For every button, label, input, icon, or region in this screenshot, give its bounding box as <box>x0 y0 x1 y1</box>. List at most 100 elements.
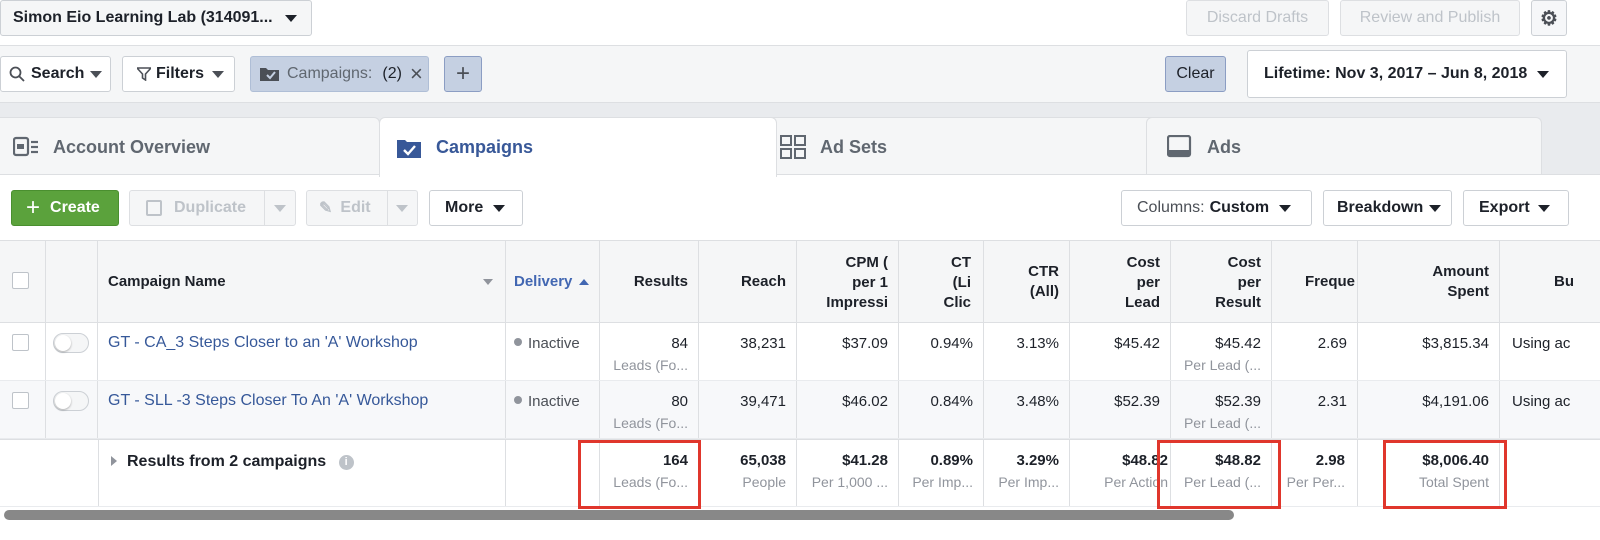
ctr-all-cell: 3.13% <box>984 323 1070 380</box>
amount-spent-cell: $3,815.34 <box>1358 323 1500 380</box>
table-header: Campaign Name Delivery Results Reach CPM… <box>0 241 1600 323</box>
header-cost-per-result[interactable]: Cost per Result <box>1171 241 1272 322</box>
select-all-checkbox[interactable] <box>12 272 29 289</box>
highlight-box-amount-spent <box>1383 440 1507 509</box>
totals-frequency-value: 2.98 <box>1315 452 1345 469</box>
header-ctr-all[interactable]: CTR (All) <box>984 241 1070 322</box>
columns-button[interactable]: Columns: Custom <box>1121 190 1312 226</box>
cpm-cell: $46.02 <box>797 381 899 438</box>
add-filter-button[interactable]: + <box>444 56 482 92</box>
chevron-down-icon[interactable] <box>396 205 408 212</box>
campaigns-folder-icon <box>397 139 421 158</box>
close-icon[interactable]: × <box>410 61 423 87</box>
header-bid-strategy[interactable]: Bu <box>1500 241 1600 322</box>
campaign-name-link[interactable]: GT - CA_3 Steps Closer to an 'A' Worksho… <box>108 334 418 351</box>
tab-label: Account Overview <box>53 136 211 157</box>
chevron-down-icon <box>1537 204 1550 212</box>
duplicate-button[interactable]: Duplicate <box>129 190 296 226</box>
results-cell: 80 Leads (Fo... <box>600 381 699 438</box>
search-icon <box>9 66 25 82</box>
columns-value: Custom <box>1209 199 1270 216</box>
row-select-cell <box>0 323 46 380</box>
header-frequency[interactable]: Freque <box>1272 241 1358 322</box>
horizontal-scrollbar[interactable] <box>0 509 1600 540</box>
header-cost-per-lead[interactable]: Cost per Lead <box>1070 241 1171 322</box>
frequency-cell: 2.31 <box>1272 381 1358 438</box>
export-button[interactable]: Export <box>1463 190 1569 226</box>
filters-button[interactable]: Filters <box>122 56 235 92</box>
edit-button[interactable]: ✎ Edit <box>306 190 418 226</box>
tab-label: Ad Sets <box>820 136 888 157</box>
tab-ad-sets[interactable]: Ad Sets <box>763 117 1163 176</box>
totals-cpm-cell: $41.28 Per 1,000 ... <box>797 440 899 506</box>
filter-bar: Search Filters Campaigns: (2) × + Clear … <box>0 46 1600 103</box>
header-line: per <box>1136 274 1160 291</box>
row-checkbox[interactable] <box>12 334 29 351</box>
campaign-on-off-toggle[interactable] <box>53 391 89 411</box>
totals-reach-cell: 65,038 People <box>699 440 797 506</box>
header-label: Bu <box>1554 273 1574 290</box>
totals-spacer-cell <box>0 440 98 506</box>
campaign-name-cell: GT - SLL -3 Steps Closer To An 'A' Works… <box>98 381 506 438</box>
info-icon[interactable]: i <box>338 455 354 470</box>
cost-per-result-value: $45.42 <box>1215 335 1261 352</box>
chevron-down-icon[interactable] <box>274 205 286 212</box>
expand-triangle-icon[interactable] <box>111 456 117 466</box>
level-tabs: Account Overview Campaigns Ad Sets Ads <box>0 103 1600 177</box>
campaigns-filter-chip[interactable]: Campaigns: (2) × <box>250 56 429 92</box>
more-button[interactable]: More <box>429 190 523 226</box>
create-button[interactable]: + Create <box>11 190 119 226</box>
clear-button[interactable]: Clear <box>1165 56 1226 92</box>
totals-bid-cell <box>1500 440 1600 506</box>
campaign-on-off-toggle[interactable] <box>53 333 89 353</box>
totals-ctr-link-type: Per Imp... <box>912 474 973 490</box>
table-row[interactable]: GT - CA_3 Steps Closer to an 'A' Worksho… <box>0 323 1600 381</box>
review-publish-button[interactable]: Review and Publish <box>1340 0 1520 36</box>
header-line: (All) <box>1029 283 1059 300</box>
delivery-status: Inactive <box>528 393 580 410</box>
header-amount-spent[interactable]: Amount Spent <box>1358 241 1500 322</box>
totals-reach-type: People <box>742 474 786 490</box>
campaign-name-cell: GT - CA_3 Steps Closer to an 'A' Worksho… <box>98 323 506 380</box>
tab-label: Campaigns <box>436 137 534 157</box>
header-cpm[interactable]: CPM ( per 1 Impressi <box>797 241 899 322</box>
duplicate-icon <box>146 200 162 216</box>
header-ctr-link[interactable]: CT (Li Clic <box>899 241 984 322</box>
date-range-picker[interactable]: Lifetime: Nov 3, 2017 – Jun 8, 2018 <box>1247 50 1567 98</box>
toggle-header-cell <box>46 241 98 322</box>
totals-frequency-cell: 2.98 Per Per... <box>1272 440 1358 506</box>
ctr-all-cell: 3.48% <box>984 381 1070 438</box>
account-selector[interactable]: Simon Eio Learning Lab (314091... <box>0 0 312 36</box>
breakdown-button[interactable]: Breakdown <box>1323 190 1452 226</box>
discard-drafts-button[interactable]: Discard Drafts <box>1186 0 1329 36</box>
tab-account-overview[interactable]: Account Overview <box>0 117 380 176</box>
header-label: Results <box>633 273 688 290</box>
totals-frequency-type: Per Per... <box>1286 474 1345 490</box>
campaign-name-link[interactable]: GT - SLL -3 Steps Closer To An 'A' Works… <box>108 392 428 409</box>
totals-row: Results from 2 campaigns i 164 Leads (Fo.… <box>0 439 1600 507</box>
header-label: Delivery <box>514 273 573 290</box>
filters-label: Filters <box>156 65 205 82</box>
chevron-down-icon <box>1429 204 1442 212</box>
row-checkbox[interactable] <box>12 392 29 409</box>
header-reach[interactable]: Reach <box>699 241 797 322</box>
totals-cpm-type: Per 1,000 ... <box>811 474 888 490</box>
tab-campaigns[interactable]: Campaigns <box>379 117 777 177</box>
header-results[interactable]: Results <box>600 241 699 322</box>
search-button[interactable]: Search <box>0 56 111 92</box>
scrollbar-thumb[interactable] <box>4 510 1234 520</box>
header-line: (Li <box>952 274 971 291</box>
chevron-down-icon <box>1279 204 1292 212</box>
settings-button[interactable]: ⚙ <box>1531 0 1567 36</box>
header-line: per <box>1237 274 1261 291</box>
totals-ctr-link-value: 0.89% <box>930 452 973 469</box>
frequency-cell: 2.69 <box>1272 323 1358 380</box>
header-campaign-name[interactable]: Campaign Name <box>98 241 506 322</box>
status-dot <box>514 396 522 404</box>
totals-reach-value: 65,038 <box>740 452 786 469</box>
header-line: Impressi <box>826 294 888 311</box>
table-row[interactable]: GT - SLL -3 Steps Closer To An 'A' Works… <box>0 381 1600 439</box>
totals-cpm-value: $41.28 <box>842 452 888 469</box>
tab-ads[interactable]: Ads <box>1146 117 1542 176</box>
header-delivery[interactable]: Delivery <box>506 241 600 322</box>
